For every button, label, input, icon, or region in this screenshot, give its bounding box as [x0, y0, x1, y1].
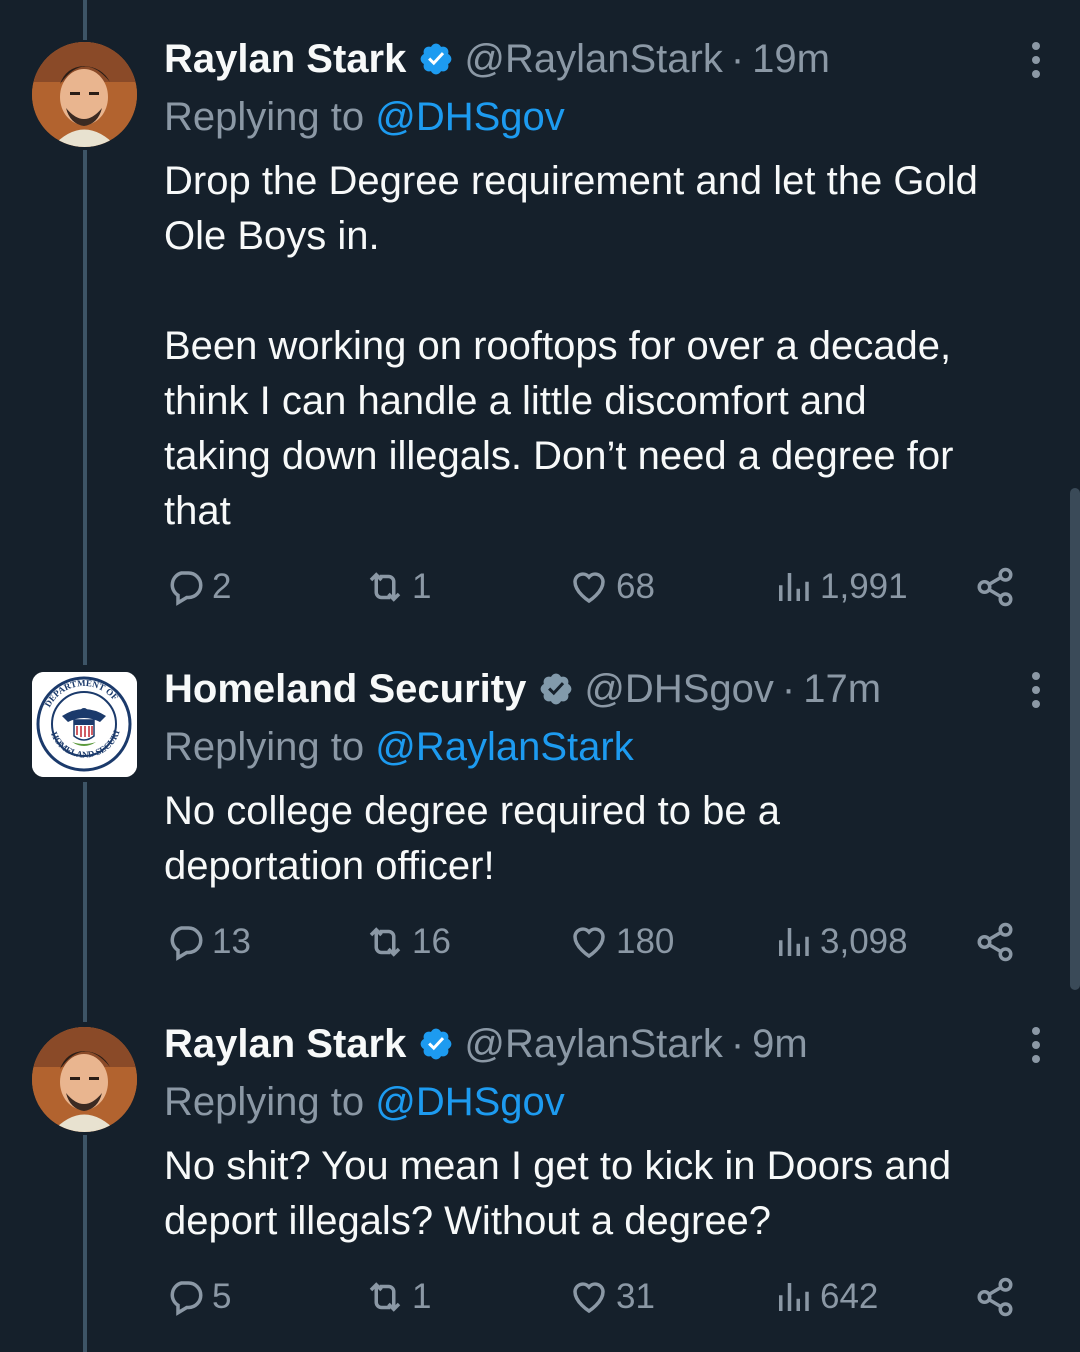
timestamp[interactable]: 19m — [752, 37, 830, 82]
view-count: 3,098 — [820, 922, 908, 961]
reply-button[interactable]: 13 — [164, 921, 251, 963]
share-button[interactable] — [974, 921, 1016, 968]
thread-line-2 — [83, 782, 87, 1022]
heart-icon — [573, 572, 605, 604]
timestamp[interactable]: 17m — [803, 667, 881, 712]
avatar[interactable] — [32, 1027, 137, 1132]
verified-badge-icon[interactable] — [418, 41, 454, 77]
handle[interactable]: @RaylanStark — [464, 1022, 722, 1067]
retweet-button[interactable]: 1 — [364, 566, 431, 608]
more-options-icon[interactable] — [1032, 42, 1040, 78]
tweet-text: No college degree required to be a depor… — [164, 789, 780, 888]
thread-line-1 — [83, 150, 87, 665]
like-count: 180 — [616, 922, 675, 961]
views-button[interactable]: 3,098 — [772, 921, 908, 963]
retweet-icon — [369, 1282, 401, 1312]
like-button[interactable]: 68 — [568, 566, 655, 608]
views-button[interactable]: 1,991 — [772, 566, 908, 608]
separator-dot: · — [781, 666, 796, 711]
views-button[interactable]: 642 — [772, 1276, 878, 1318]
reply-icon — [170, 1281, 203, 1316]
reply-count: 13 — [212, 922, 251, 961]
display-name[interactable]: Homeland Security — [164, 667, 526, 712]
replying-to: Replying to @DHSgov — [164, 95, 565, 139]
display-name[interactable]: Raylan Stark — [164, 1022, 406, 1067]
share-button[interactable] — [974, 566, 1016, 613]
scrollbar[interactable] — [1070, 488, 1080, 990]
like-count: 31 — [616, 1277, 655, 1316]
views-icon — [779, 928, 809, 956]
replying-to-link[interactable]: @DHSgov — [375, 95, 565, 139]
share-button[interactable] — [974, 1276, 1016, 1323]
replying-to-link[interactable]: @DHSgov — [375, 1080, 565, 1124]
tweet-header: Raylan Stark @RaylanStark · 19m — [164, 34, 1044, 84]
views-icon — [779, 573, 809, 601]
display-name[interactable]: Raylan Stark — [164, 37, 406, 82]
handle[interactable]: @RaylanStark — [464, 37, 722, 82]
share-icon — [977, 922, 1013, 962]
retweet-count: 16 — [412, 922, 451, 961]
tweet-actions: 5 1 31 642 — [164, 1276, 1024, 1320]
retweet-button[interactable]: 1 — [364, 1276, 431, 1318]
handle[interactable]: @DHSgov — [584, 667, 774, 712]
view-count: 1,991 — [820, 567, 908, 606]
share-icon — [977, 1277, 1013, 1317]
heart-icon — [573, 1282, 605, 1314]
separator-dot: · — [730, 36, 745, 81]
thread-line-top — [83, 0, 87, 40]
retweet-icon — [369, 572, 401, 602]
tweet-actions: 13 16 180 3,098 — [164, 921, 1024, 965]
views-icon — [779, 1283, 809, 1311]
reply-count: 5 — [212, 1277, 232, 1316]
heart-icon — [573, 927, 605, 959]
tweet-text: Drop the Degree requirement and let the … — [164, 159, 978, 533]
thread-line-3 — [83, 1135, 87, 1352]
separator-dot: · — [730, 1021, 745, 1066]
retweet-count: 1 — [412, 1277, 432, 1316]
timestamp[interactable]: 9m — [752, 1022, 808, 1067]
avatar[interactable]: DEPARTMENT OF HOMELAND SECURITY — [32, 672, 137, 777]
like-button[interactable]: 180 — [568, 921, 674, 963]
replying-to: Replying to @DHSgov — [164, 1080, 565, 1124]
avatar[interactable] — [32, 42, 137, 147]
like-count: 68 — [616, 567, 655, 606]
reply-count: 2 — [212, 567, 232, 606]
retweet-icon — [369, 927, 401, 957]
tweet-text: No shit? You mean I get to kick in Doors… — [164, 1144, 952, 1243]
reply-icon — [170, 571, 203, 606]
retweet-count: 1 — [412, 567, 432, 606]
verified-badge-icon[interactable] — [418, 1026, 454, 1062]
like-button[interactable]: 31 — [568, 1276, 655, 1318]
government-verified-badge-icon[interactable] — [538, 671, 574, 707]
view-count: 642 — [820, 1277, 879, 1316]
reply-button[interactable]: 2 — [164, 566, 231, 608]
replying-to-link[interactable]: @RaylanStark — [375, 725, 633, 769]
reply-button[interactable]: 5 — [164, 1276, 231, 1318]
more-options-icon[interactable] — [1032, 672, 1040, 708]
replying-to: Replying to @RaylanStark — [164, 725, 634, 769]
retweet-button[interactable]: 16 — [364, 921, 451, 963]
tweet-header: Homeland Security @DHSgov · 17m — [164, 664, 1044, 714]
reply-icon — [170, 926, 203, 961]
dhs-seal-icon: DEPARTMENT OF HOMELAND SECURITY — [32, 672, 137, 777]
share-icon — [977, 567, 1013, 607]
tweet-actions: 2 1 68 1,991 — [164, 566, 1024, 610]
tweet-header: Raylan Stark @RaylanStark · 9m — [164, 1019, 1044, 1069]
more-options-icon[interactable] — [1032, 1027, 1040, 1063]
